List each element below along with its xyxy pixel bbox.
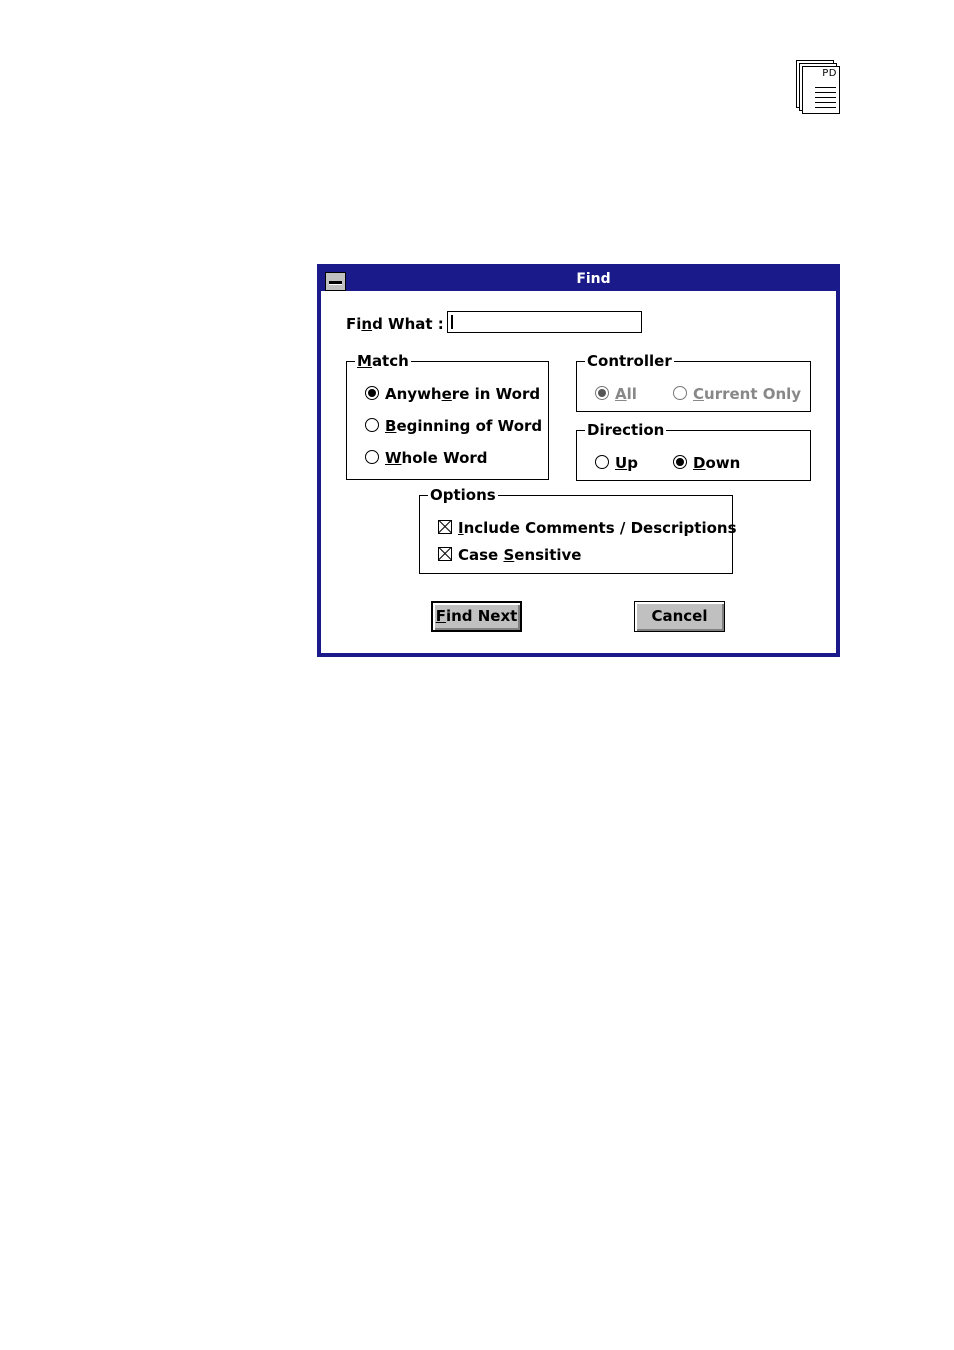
options-group-title: Options bbox=[428, 486, 498, 504]
checkbox-include-comments[interactable] bbox=[438, 520, 452, 534]
match-group-title: Match bbox=[355, 352, 411, 370]
option-beginning-of-word-label: Beginning of Word bbox=[385, 417, 543, 435]
document-logo-icon: PD bbox=[796, 60, 840, 114]
find-what-label: Find What : bbox=[346, 315, 444, 333]
option-direction-up-label: Up bbox=[615, 454, 638, 472]
option-anywhere-in-word-label: Anywhere in Word bbox=[385, 385, 541, 403]
radio-anywhere-in-word[interactable] bbox=[365, 386, 379, 400]
logo-label: PD bbox=[822, 68, 837, 79]
title-bar: Find bbox=[321, 268, 836, 291]
radio-controller-all[interactable] bbox=[595, 386, 609, 400]
dialog-title: Find bbox=[576, 271, 611, 287]
system-menu-button[interactable] bbox=[325, 272, 346, 291]
option-direction-down-label: Down bbox=[693, 454, 741, 472]
option-controller-all-label: All bbox=[615, 385, 637, 403]
case-sensitive-label: Case Sensitive bbox=[458, 546, 582, 564]
radio-beginning-of-word[interactable] bbox=[365, 418, 379, 432]
option-controller-current-only-label: Current Only bbox=[693, 385, 802, 403]
text-caret bbox=[451, 315, 453, 329]
direction-group: Direction Up Down bbox=[576, 421, 811, 481]
radio-direction-up[interactable] bbox=[595, 455, 609, 469]
find-what-input[interactable] bbox=[447, 311, 642, 333]
cancel-button[interactable]: Cancel bbox=[634, 601, 725, 632]
checkbox-case-sensitive[interactable] bbox=[438, 547, 452, 561]
controller-group: Controller All Current Only bbox=[576, 352, 811, 412]
find-next-button[interactable]: Find Next bbox=[431, 601, 522, 632]
direction-group-title: Direction bbox=[585, 421, 667, 439]
radio-direction-down[interactable] bbox=[673, 455, 687, 469]
radio-controller-current-only[interactable] bbox=[673, 386, 687, 400]
radio-whole-word[interactable] bbox=[365, 450, 379, 464]
find-dialog: Find Find What : Match Anywhere in Word … bbox=[317, 264, 840, 657]
include-comments-label: Include Comments / Descriptions bbox=[458, 519, 737, 537]
options-group: Options Include Comments / Descriptions … bbox=[419, 486, 737, 574]
controller-group-title: Controller bbox=[585, 352, 674, 370]
option-whole-word-label: Whole Word bbox=[385, 449, 488, 467]
match-group: Match Anywhere in Word Beginning of Word… bbox=[346, 352, 549, 480]
